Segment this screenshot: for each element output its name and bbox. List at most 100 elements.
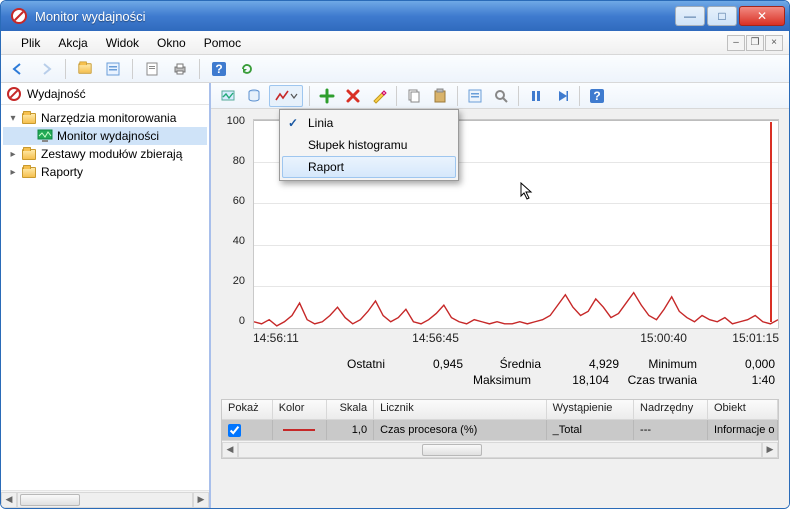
tree-item-performance-monitor[interactable]: Monitor wydajności: [3, 127, 207, 145]
add-counter-button[interactable]: [316, 85, 338, 107]
stat-dur-value: 1:40: [705, 373, 775, 387]
separator: [132, 59, 133, 79]
highlight-button[interactable]: [368, 85, 390, 107]
properties-button[interactable]: [102, 58, 124, 80]
mdi-close-button[interactable]: ×: [765, 35, 783, 51]
separator: [579, 86, 580, 106]
scroll-track[interactable]: [17, 492, 193, 508]
folder-icon: [21, 147, 37, 161]
expand-icon[interactable]: ▾: [7, 112, 19, 124]
tree-root-label: Wydajność: [27, 87, 86, 101]
scroll-thumb[interactable]: [20, 494, 80, 506]
perf-root-icon: [7, 87, 21, 101]
content-area: Wydajność ▾ Narzędzia monitorowania Moni…: [1, 83, 789, 508]
menubar: Plik Akcja Widok Okno Pomoc – ❐ ×: [1, 31, 789, 55]
forward-button[interactable]: [35, 58, 57, 80]
stat-max-label: Maksimum: [461, 373, 531, 387]
tree-item-label: Raporty: [41, 165, 83, 179]
tree: ▾ Narzędzia monitorowania Monitor wydajn…: [1, 105, 209, 490]
separator: [309, 86, 310, 106]
zoom-button[interactable]: [490, 85, 512, 107]
table-header: Pokaż Kolor Skala Licznik Wystąpienie Na…: [222, 400, 778, 420]
menu-item-label: Raport: [308, 160, 344, 174]
counter-table: Pokaż Kolor Skala Licznik Wystąpienie Na…: [221, 399, 779, 459]
print-button[interactable]: [169, 58, 191, 80]
menu-item-histogram[interactable]: Słupek histogramu: [282, 134, 456, 156]
graph-help-button[interactable]: ?: [586, 85, 608, 107]
chart-type-dropdown-button[interactable]: [269, 85, 303, 107]
tree-item-reports[interactable]: ▸ Raporty: [3, 163, 207, 181]
header-show[interactable]: Pokaż: [222, 400, 273, 419]
expand-icon[interactable]: ▸: [7, 148, 19, 160]
menu-item-report[interactable]: Raport: [282, 156, 456, 178]
window-title: Monitor wydajności: [33, 9, 675, 24]
properties-button[interactable]: [464, 85, 486, 107]
menu-window[interactable]: Okno: [149, 33, 194, 53]
menu-item-line[interactable]: Linia: [282, 112, 456, 134]
chart-line-icon: [274, 88, 290, 104]
cursor-icon: [520, 182, 534, 200]
update-button[interactable]: [551, 85, 573, 107]
view-current-activity-button[interactable]: [217, 85, 239, 107]
show-checkbox[interactable]: [228, 424, 241, 437]
delete-counter-button[interactable]: [342, 85, 364, 107]
table-row[interactable]: 1,0 Czas procesora (%) _Total --- Inform…: [222, 420, 778, 440]
scroll-left-icon[interactable]: ◀: [1, 492, 17, 508]
menu-file[interactable]: Plik: [13, 33, 48, 53]
position-marker: [770, 122, 772, 322]
xtick-label: 14:56:45: [412, 331, 459, 345]
maximize-button[interactable]: □: [707, 6, 737, 26]
table-horizontal-scrollbar[interactable]: ◀ ▶: [222, 440, 778, 458]
scroll-right-icon[interactable]: ▶: [762, 442, 778, 458]
expand-icon[interactable]: ▸: [7, 166, 19, 178]
refresh-button[interactable]: [236, 58, 258, 80]
header-parent[interactable]: Nadrzędny: [634, 400, 708, 419]
scroll-thumb[interactable]: [422, 444, 482, 456]
menu-view[interactable]: Widok: [98, 33, 147, 53]
menu-help[interactable]: Pomoc: [196, 33, 249, 53]
freeze-button[interactable]: [525, 85, 547, 107]
header-counter[interactable]: Licznik: [374, 400, 547, 419]
ytick-label: 100: [217, 115, 245, 127]
tree-item-label: Narzędzia monitorowania: [41, 111, 176, 125]
scroll-left-icon[interactable]: ◀: [222, 442, 238, 458]
tree-item-data-collector-sets[interactable]: ▸ Zestawy modułów zbierają: [3, 145, 207, 163]
separator: [396, 86, 397, 106]
tree-item-monitoring-tools[interactable]: ▾ Narzędzia monitorowania: [3, 109, 207, 127]
view-log-data-button[interactable]: [243, 85, 265, 107]
help-button[interactable]: ?: [208, 58, 230, 80]
ytick-label: 0: [217, 315, 245, 327]
stat-min-value: 0,000: [705, 357, 775, 371]
copy-button[interactable]: [403, 85, 425, 107]
mdi-restore-button[interactable]: ❐: [746, 35, 764, 51]
chart-type-menu: Linia Słupek histogramu Raport: [279, 109, 459, 181]
header-instance[interactable]: Wystąpienie: [547, 400, 634, 419]
tree-root[interactable]: Wydajność: [1, 83, 209, 105]
paste-button[interactable]: [429, 85, 451, 107]
header-scale[interactable]: Skala: [327, 400, 374, 419]
stat-last-value: 0,945: [393, 357, 463, 371]
app-icon: [11, 8, 27, 24]
tree-horizontal-scrollbar[interactable]: ◀ ▶: [1, 490, 209, 508]
tree-pane: Wydajność ▾ Narzędzia monitorowania Moni…: [1, 83, 211, 508]
back-button[interactable]: [7, 58, 29, 80]
export-button[interactable]: [141, 58, 163, 80]
show-hide-tree-button[interactable]: [74, 58, 96, 80]
stats-block: Ostatni 0,945 Średnia 4,929 Minimum 0,00…: [225, 357, 775, 389]
stat-min-label: Minimum: [627, 357, 697, 371]
header-object[interactable]: Obiekt: [708, 400, 778, 419]
scroll-track[interactable]: [238, 442, 762, 458]
menu-action[interactable]: Akcja: [50, 33, 95, 53]
close-button[interactable]: ✕: [739, 6, 785, 26]
stat-avg-value: 4,929: [549, 357, 619, 371]
svg-text:?: ?: [593, 89, 600, 103]
header-color[interactable]: Kolor: [273, 400, 328, 419]
menu-item-label: Linia: [308, 116, 333, 130]
separator: [457, 86, 458, 106]
xtick-label: 14:56:11: [253, 331, 299, 345]
ytick-label: 60: [217, 195, 245, 207]
chevron-down-icon: [290, 88, 298, 104]
mdi-minimize-button[interactable]: –: [727, 35, 745, 51]
scroll-right-icon[interactable]: ▶: [193, 492, 209, 508]
minimize-button[interactable]: —: [675, 6, 705, 26]
